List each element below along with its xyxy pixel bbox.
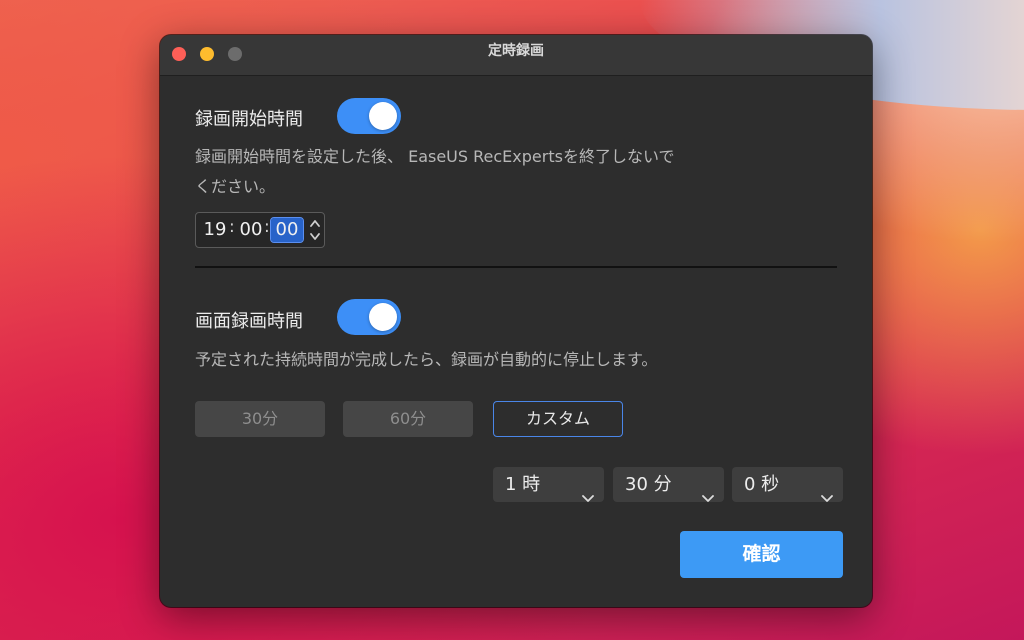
time-stepper-icon[interactable]	[308, 216, 322, 244]
scheduled-recording-dialog: 定時録画 録画開始時間 録画開始時間を設定した後、 EaseUS RecExpe…	[160, 35, 872, 607]
chevron-down-icon	[702, 480, 714, 515]
duration-option-30min[interactable]: 30分	[195, 401, 325, 437]
custom-minutes-select[interactable]: 30 分	[613, 467, 724, 502]
section-divider	[195, 266, 837, 268]
recording-duration-heading: 画面録画時間	[195, 311, 303, 332]
toggle-knob	[369, 303, 397, 331]
chevron-down-icon	[821, 480, 833, 515]
minute-field[interactable]: 00	[238, 218, 264, 242]
chevron-down-icon	[582, 480, 594, 515]
start-description-line-1: 録画開始時間を設定した後、 EaseUS RecExpertsを終了しないで	[195, 147, 675, 166]
custom-hours-value: 1 時	[505, 474, 541, 495]
time-separator: :	[229, 217, 235, 237]
start-description-line-2: ください。	[195, 177, 276, 196]
start-time-description: 録画開始時間を設定した後、 EaseUS RecExpertsを終了しないで く…	[195, 142, 674, 202]
time-separator: :	[264, 217, 270, 237]
custom-seconds-value: 0 秒	[744, 474, 780, 495]
confirm-button[interactable]: 確認	[680, 531, 843, 578]
second-field[interactable]: 00	[270, 217, 304, 243]
recording-duration-toggle[interactable]	[337, 299, 401, 335]
hour-field[interactable]: 19	[202, 218, 228, 242]
start-time-toggle[interactable]	[337, 98, 401, 134]
window-title: 定時録画	[488, 43, 544, 59]
start-time-picker[interactable]: 19 : 00 : 00	[195, 212, 325, 248]
recording-duration-description: 予定された持続時間が完成したら、録画が自動的に停止します。	[195, 350, 658, 369]
toggle-knob	[369, 102, 397, 130]
custom-minutes-value: 30 分	[625, 474, 672, 495]
title-bar[interactable]: 定時録画	[160, 35, 872, 76]
duration-option-60min[interactable]: 60分	[343, 401, 473, 437]
custom-seconds-select[interactable]: 0 秒	[732, 467, 843, 502]
custom-hours-select[interactable]: 1 時	[493, 467, 604, 502]
start-time-heading: 録画開始時間	[195, 109, 303, 130]
duration-option-custom[interactable]: カスタム	[493, 401, 623, 437]
